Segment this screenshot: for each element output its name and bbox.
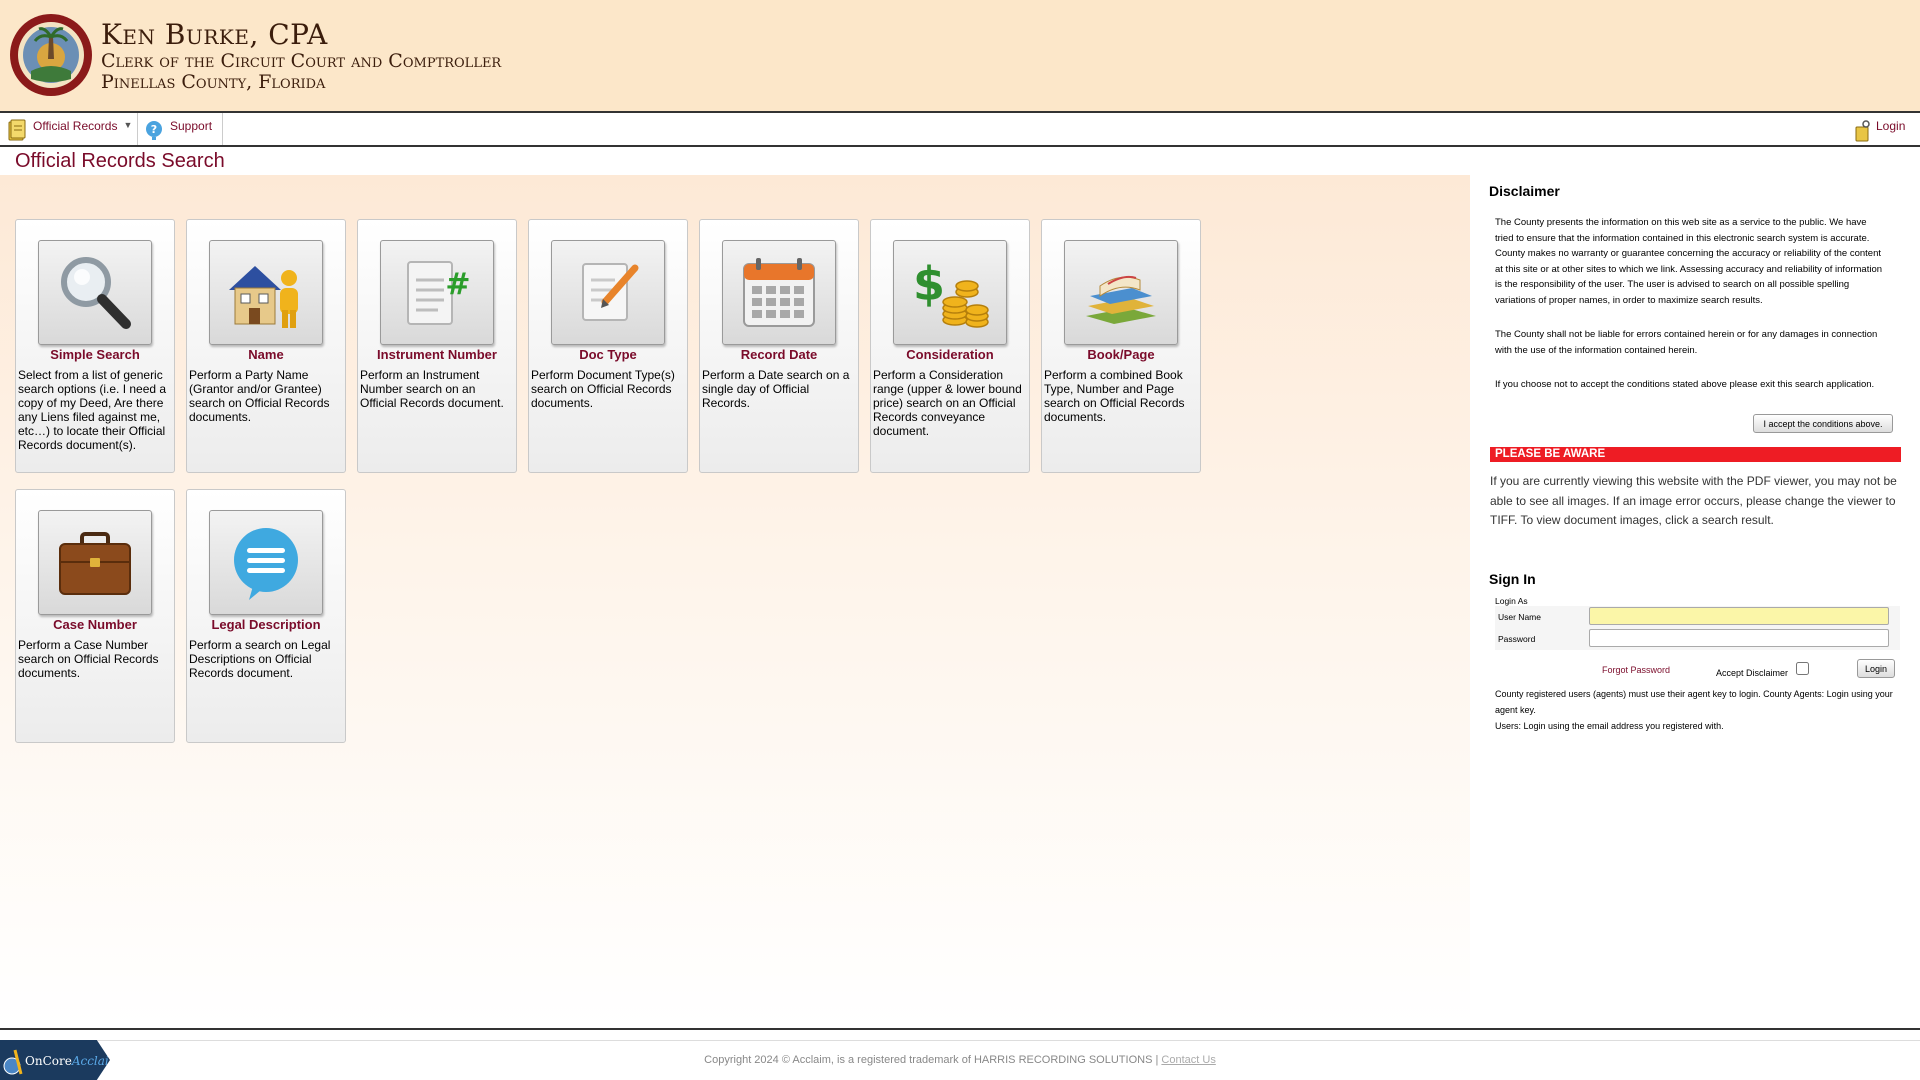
password-input[interactable]	[1589, 629, 1889, 647]
speech-bubble-icon	[234, 527, 298, 600]
tile-description: Perform a search on Legal Descriptions o…	[189, 638, 331, 680]
tile-description: Perform a Date search on a single day of…	[702, 368, 850, 410]
disclaimer-paragraph-1: The County presents the information on t…	[1495, 217, 1883, 306]
tile-title: Instrument Number	[377, 347, 497, 362]
tile-icon-frame: #	[380, 240, 494, 345]
search-options-area: Simple Search Select from a list of gene…	[0, 175, 1470, 1028]
nav-official-records[interactable]: Official Records ▼	[8, 113, 138, 145]
nav-support[interactable]: ? Support	[145, 113, 223, 145]
svg-text:#: #	[445, 267, 470, 302]
money-icon: $	[913, 257, 989, 328]
calendar-icon	[743, 257, 815, 327]
svg-text:$: $	[913, 257, 945, 311]
tile-icon-frame	[1064, 240, 1178, 345]
tile-title: Consideration	[906, 347, 994, 362]
tile-icon-frame	[38, 240, 152, 345]
username-row: User Name	[1495, 606, 1900, 628]
agent-login-note: County registered users (agents) must us…	[1495, 689, 1893, 715]
nav-login-label: Login	[1876, 119, 1906, 133]
forgot-password-link[interactable]: Forgot Password	[1602, 665, 1670, 675]
tile-description: Perform a Consideration range (upper & l…	[873, 368, 1022, 438]
copyright-text: Copyright 2024 © Acclaim, is a registere…	[704, 1054, 1159, 1066]
tile-doc-type[interactable]: Doc Type Perform Document Type(s) search…	[528, 219, 688, 473]
site-header: Ken Burke, CPA Clerk of the Circuit Cour…	[0, 0, 1920, 111]
right-panel: Disclaimer The County presents the infor…	[1470, 175, 1920, 1028]
please-be-aware-banner: PLEASE BE AWARE	[1490, 447, 1901, 462]
document-hash-icon: #	[407, 260, 471, 325]
tile-title: Case Number	[53, 617, 137, 632]
tile-icon-frame	[551, 240, 665, 345]
copyright: Copyright 2024 © Acclaim, is a registere…	[0, 1054, 1920, 1066]
please-be-aware-text: If you are currently viewing this websit…	[1490, 474, 1897, 527]
login-key-icon	[1855, 120, 1870, 142]
document-stack-icon	[8, 119, 26, 141]
tile-legal-description[interactable]: Legal Description Perform a search on Le…	[186, 489, 346, 743]
tile-icon-frame	[209, 240, 323, 345]
accept-disclaimer-label: Accept Disclaimer	[1716, 668, 1789, 678]
site-footer: OnCoreAcclaim Copyright 2024 © Acclaim, …	[0, 1028, 1920, 1080]
tile-consideration[interactable]: $ Consideration Perform a Consideration …	[870, 219, 1030, 473]
tile-title: Record Date	[740, 347, 818, 362]
magnifier-icon	[61, 256, 131, 329]
tile-book-page[interactable]: Book/Page Perform a combined Book Type, …	[1041, 219, 1201, 473]
tile-description: Select from a list of generic search opt…	[18, 368, 167, 452]
county-seal-icon	[10, 14, 92, 96]
clerk-title: Clerk of the Circuit Court and Comptroll…	[101, 50, 502, 72]
clerk-name: Ken Burke, CPA	[101, 18, 328, 51]
tile-icon-frame	[38, 510, 152, 615]
tile-case-number[interactable]: Case Number Perform a Case Number search…	[15, 489, 175, 743]
page-title: Official Records Search	[15, 150, 225, 172]
tile-icon-frame	[722, 240, 836, 345]
tile-title: Legal Description	[211, 617, 321, 632]
books-icon	[1086, 275, 1156, 324]
tile-description: Perform Document Type(s) search on Offic…	[531, 368, 675, 410]
county-name: Pinellas County, Florida	[101, 71, 326, 93]
disclaimer-paragraph-3: If you choose not to accept the conditio…	[1495, 379, 1875, 390]
tile-description: Perform an Instrument Number search on a…	[360, 368, 504, 410]
nav-official-records-label: Official Records	[33, 119, 118, 133]
login-button[interactable]: Login	[1857, 659, 1895, 678]
tile-title: Book/Page	[1087, 347, 1155, 362]
contact-us-link[interactable]: Contact Us	[1161, 1054, 1215, 1066]
password-label: Password	[1498, 634, 1536, 644]
tile-description: Perform a Party Name (Grantor and/or Gra…	[189, 368, 330, 424]
help-icon: ?	[146, 121, 162, 140]
nav-support-label: Support	[170, 119, 213, 133]
disclaimer-title: Disclaimer	[1489, 183, 1560, 199]
tile-icon-frame	[209, 510, 323, 615]
login-as-label: Login As	[1495, 596, 1528, 606]
chevron-down-icon: ▼	[123, 120, 133, 130]
tile-title: Doc Type	[579, 347, 637, 362]
password-row: Password	[1495, 628, 1900, 650]
tile-instrument-number[interactable]: # Instrument Number Perform an Instrumen…	[357, 219, 517, 473]
username-label: User Name	[1498, 612, 1541, 622]
tile-simple-search[interactable]: Simple Search Select from a list of gene…	[15, 219, 175, 473]
top-nav: Official Records ▼ ? Support Login	[0, 111, 1920, 147]
svg-text:?: ?	[151, 123, 157, 136]
nav-login[interactable]: Login	[1855, 113, 1915, 145]
tile-title: Name	[248, 347, 284, 362]
disclaimer-paragraph-2: The County shall not be liable for error…	[1495, 329, 1878, 356]
document-pencil-icon	[582, 262, 639, 321]
tile-icon-frame: $	[893, 240, 1007, 345]
sign-in-title: Sign In	[1489, 571, 1536, 587]
accept-disclaimer-checkbox[interactable]	[1796, 662, 1809, 675]
house-person-icon	[229, 265, 298, 328]
username-input[interactable]	[1589, 607, 1889, 625]
tile-record-date[interactable]: Record Date Perform a Date search on a s…	[699, 219, 859, 473]
briefcase-icon	[59, 531, 131, 595]
tile-title: Simple Search	[50, 347, 140, 362]
accept-conditions-button[interactable]: I accept the conditions above.	[1753, 414, 1893, 433]
tile-description: Perform a combined Book Type, Number and…	[1044, 368, 1185, 424]
user-login-note: Users: Login using the email address you…	[1495, 721, 1724, 731]
tile-name[interactable]: Name Perform a Party Name (Grantor and/o…	[186, 219, 346, 473]
tile-description: Perform a Case Number search on Official…	[18, 638, 159, 680]
